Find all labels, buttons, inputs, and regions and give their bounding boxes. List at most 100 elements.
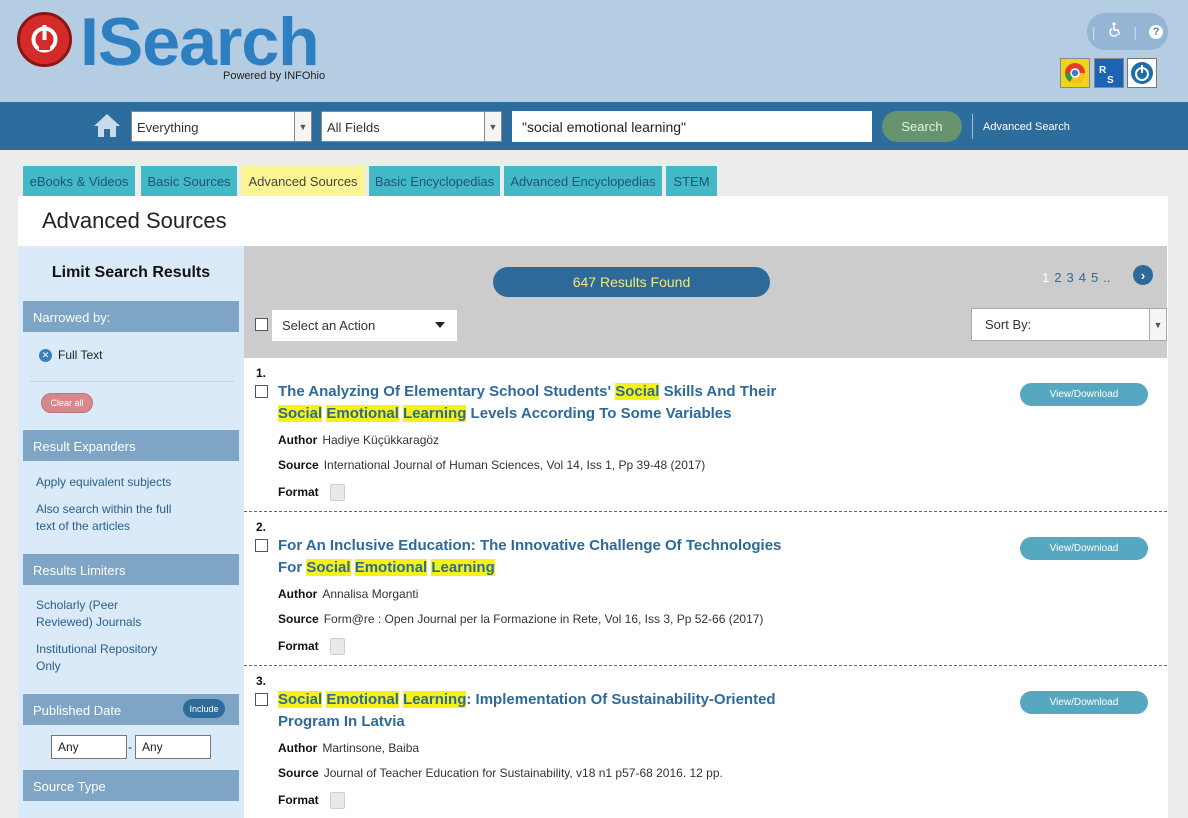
pagination: 1 2 3 4 5 .. xyxy=(1042,270,1110,285)
tab-advanced-sources[interactable]: Advanced Sources xyxy=(241,166,365,196)
accessibility-icon[interactable] xyxy=(1108,22,1122,41)
author-value: Martinsone, Baiba xyxy=(322,741,420,755)
results-count: 647 Results Found xyxy=(493,267,770,297)
result-format: Format xyxy=(278,484,345,501)
result-author: Author Annalisa Morganti xyxy=(278,587,418,601)
divider xyxy=(972,114,973,139)
title-text: For An Inclusive Education: The Innovati… xyxy=(278,537,782,554)
include-button[interactable]: Include xyxy=(183,699,225,718)
search-input[interactable] xyxy=(512,111,872,142)
source-value: Journal of Teacher Education for Sustain… xyxy=(323,766,723,780)
title-text: Skills And Their xyxy=(659,383,777,400)
sort-select[interactable]: Sort By: ▼ xyxy=(971,308,1167,341)
format-label: Format xyxy=(278,484,319,499)
select-all-checkbox[interactable] xyxy=(255,318,268,331)
result-checkbox[interactable] xyxy=(255,385,268,398)
page-2[interactable]: 2 xyxy=(1054,270,1061,285)
author-label: Author xyxy=(278,587,318,601)
chevron-down-icon[interactable]: ▼ xyxy=(1149,309,1166,340)
header: ISearch Powered by INFOhio | | ? RS xyxy=(0,0,1188,102)
advanced-search-link[interactable]: Advanced Search xyxy=(983,121,1070,133)
source-select[interactable]: Everything ▼ xyxy=(131,111,312,142)
result-title[interactable]: For An Inclusive Education: The Innovati… xyxy=(278,535,818,579)
date-to-input[interactable] xyxy=(135,735,211,759)
search-bar: Everything ▼ All Fields ▼ Search Advance… xyxy=(0,102,1188,150)
result-item: 1. The Analyzing Of Elementary School St… xyxy=(244,358,1167,512)
power-icon[interactable] xyxy=(1127,58,1157,88)
search-button[interactable]: Search xyxy=(882,111,962,142)
format-label: Format xyxy=(278,792,319,807)
tab-ebooks-videos[interactable]: eBooks & Videos xyxy=(23,166,135,196)
source-label: Source xyxy=(278,766,319,780)
source-label: Source xyxy=(278,458,319,472)
result-title[interactable]: The Analyzing Of Elementary School Stude… xyxy=(278,381,818,425)
result-number: 3. xyxy=(256,674,267,688)
sidebar-title: Limit Search Results xyxy=(51,264,211,281)
title-text: For xyxy=(278,559,307,576)
result-checkbox[interactable] xyxy=(255,693,268,706)
result-checkbox[interactable] xyxy=(255,539,268,552)
date-from-input[interactable] xyxy=(51,735,127,759)
next-page-icon[interactable]: › xyxy=(1133,265,1153,285)
title-highlight: Emotional xyxy=(354,559,428,576)
results-limiters-header: Results Limiters xyxy=(23,554,239,585)
action-select-value: Select an Action xyxy=(282,318,376,333)
limiter-institutional[interactable]: Institutional Repository Only xyxy=(36,641,166,675)
tab-stem[interactable]: STEM xyxy=(666,166,717,196)
page-ellipsis: .. xyxy=(1103,270,1111,285)
page-1[interactable]: 1 xyxy=(1042,270,1049,285)
title-text: Program In Latvia xyxy=(278,713,405,730)
chevron-down-icon[interactable]: ▼ xyxy=(484,112,501,141)
result-source: Source Journal of Teacher Education for S… xyxy=(278,766,723,780)
result-format: Format xyxy=(278,638,345,655)
page-5[interactable]: 5 xyxy=(1091,270,1098,285)
result-format: Format xyxy=(278,792,345,809)
sort-select-label: Sort By: xyxy=(985,317,1032,332)
format-label: Format xyxy=(278,638,319,653)
isearch-logo-icon[interactable] xyxy=(17,12,72,67)
source-value: International Journal of Human Sciences,… xyxy=(323,458,706,472)
page-4[interactable]: 4 xyxy=(1079,270,1086,285)
field-select[interactable]: All Fields ▼ xyxy=(321,111,502,142)
author-value: Hadiye Küçükkaragöz xyxy=(322,433,440,447)
author-value: Annalisa Morganti xyxy=(322,587,419,601)
clear-all-button[interactable]: Clear all xyxy=(41,393,93,413)
tab-advanced-encyclopedias[interactable]: Advanced Encyclopedias xyxy=(504,166,662,196)
result-source: Source International Journal of Human Sci… xyxy=(278,458,705,472)
result-expanders-header: Result Expanders xyxy=(23,430,239,461)
document-icon[interactable] xyxy=(329,792,345,809)
divider: | xyxy=(1133,23,1138,40)
tab-basic-encyclopedias[interactable]: Basic Encyclopedias xyxy=(369,166,500,196)
title-highlight: Emotional xyxy=(326,691,399,708)
divider: | xyxy=(1091,23,1096,40)
limiter-scholarly[interactable]: Scholarly (Peer Reviewed) Journals xyxy=(36,597,156,631)
document-icon[interactable] xyxy=(329,484,345,501)
action-select[interactable]: Select an Action xyxy=(272,310,457,341)
page-3[interactable]: 3 xyxy=(1066,270,1073,285)
document-icon[interactable] xyxy=(329,638,345,655)
title-text: Levels According To Some Variables xyxy=(466,405,732,422)
view-download-button[interactable]: View/Download xyxy=(1020,691,1148,714)
help-icon[interactable]: ? xyxy=(1149,24,1164,39)
research-app-icon[interactable]: RS xyxy=(1094,58,1124,88)
sidebar: Limit Search Results Narrowed by: ✕ Full… xyxy=(18,246,244,818)
utility-pill: | | ? xyxy=(1087,13,1168,50)
title-highlight: Learning xyxy=(403,405,467,422)
source-label: Source xyxy=(278,612,319,626)
tab-basic-sources[interactable]: Basic Sources xyxy=(141,166,237,196)
view-download-button[interactable]: View/Download xyxy=(1020,537,1148,560)
expander-equivalent-subjects[interactable]: Apply equivalent subjects xyxy=(36,474,171,491)
view-download-button[interactable]: View/Download xyxy=(1020,383,1148,406)
home-icon[interactable] xyxy=(92,112,122,143)
result-title[interactable]: Social Emotional Learning: Implementatio… xyxy=(278,689,818,733)
field-select-value: All Fields xyxy=(327,120,380,135)
expander-full-text[interactable]: Also search within the full text of the … xyxy=(36,501,186,535)
chevron-down-icon[interactable]: ▼ xyxy=(294,112,311,141)
title-highlight: Learning xyxy=(431,559,495,576)
remove-filter-icon[interactable]: ✕ xyxy=(39,349,52,362)
result-item: 2. For An Inclusive Education: The Innov… xyxy=(244,511,1167,665)
title-highlight: Social xyxy=(278,691,323,708)
chrome-app-icon[interactable] xyxy=(1060,58,1090,88)
logo-subtitle: Powered by INFOhio xyxy=(223,70,326,82)
result-item: 3. Social Emotional Learning: Implementa… xyxy=(244,665,1167,818)
